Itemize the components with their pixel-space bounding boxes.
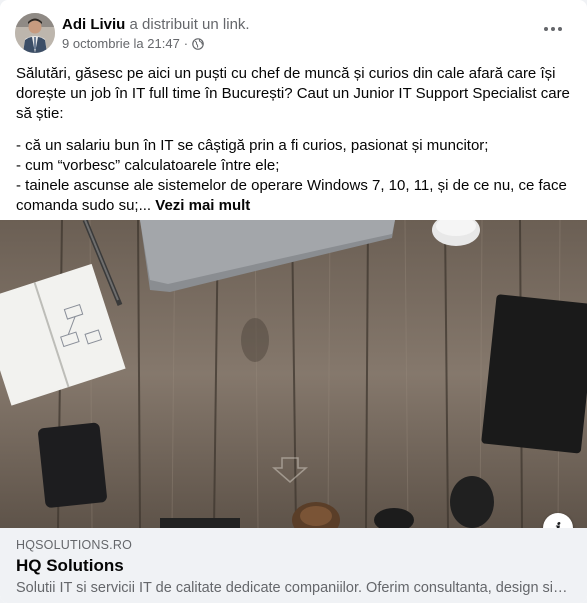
- author-name[interactable]: Adi Liviu: [62, 16, 125, 33]
- see-more-link[interactable]: Vezi mai mult: [155, 197, 250, 214]
- post-bullet-3: - tainele ascunse ale sistemelor de oper…: [16, 176, 572, 216]
- post-bullet-3-text: - tainele ascunse ale sistemelor de oper…: [16, 177, 567, 214]
- avatar[interactable]: [15, 13, 55, 53]
- post-bullet-1: - că un salariu bun în IT se câștigă pri…: [16, 137, 489, 154]
- post-card: Adi Liviu a distribuit un link. 9 octomb…: [0, 0, 587, 603]
- author-line: Adi Liviu a distribuit un link.: [62, 15, 250, 34]
- desk-photo: [0, 220, 587, 528]
- post-text: Sălutări, găsesc pe aici un puști cu che…: [16, 64, 572, 216]
- link-description: Solutii IT si servicii IT de calitate de…: [16, 580, 571, 596]
- post-intro: Sălutări, găsesc pe aici un puști cu che…: [16, 65, 570, 122]
- author-action: a distribuit un link.: [129, 16, 250, 33]
- avatar-photo: [15, 13, 55, 53]
- globe-icon[interactable]: [192, 38, 204, 50]
- post-timestamp[interactable]: 9 octombrie la 21:47: [62, 36, 180, 52]
- post-bullet-2: - cum “vorbesc” calculatoarele între ele…: [16, 157, 280, 174]
- link-title[interactable]: HQ Solutions: [16, 556, 124, 576]
- link-preview-footer[interactable]: HQSOLUTIONS.RO HQ Solutions Solutii IT s…: [0, 528, 587, 603]
- link-domain: HQSOLUTIONS.RO: [16, 538, 133, 552]
- more-options-icon[interactable]: [535, 17, 571, 41]
- link-preview-image[interactable]: [0, 220, 587, 528]
- meta-separator: ·: [183, 36, 189, 51]
- post-meta: 9 octombrie la 21:47 ·: [62, 36, 204, 52]
